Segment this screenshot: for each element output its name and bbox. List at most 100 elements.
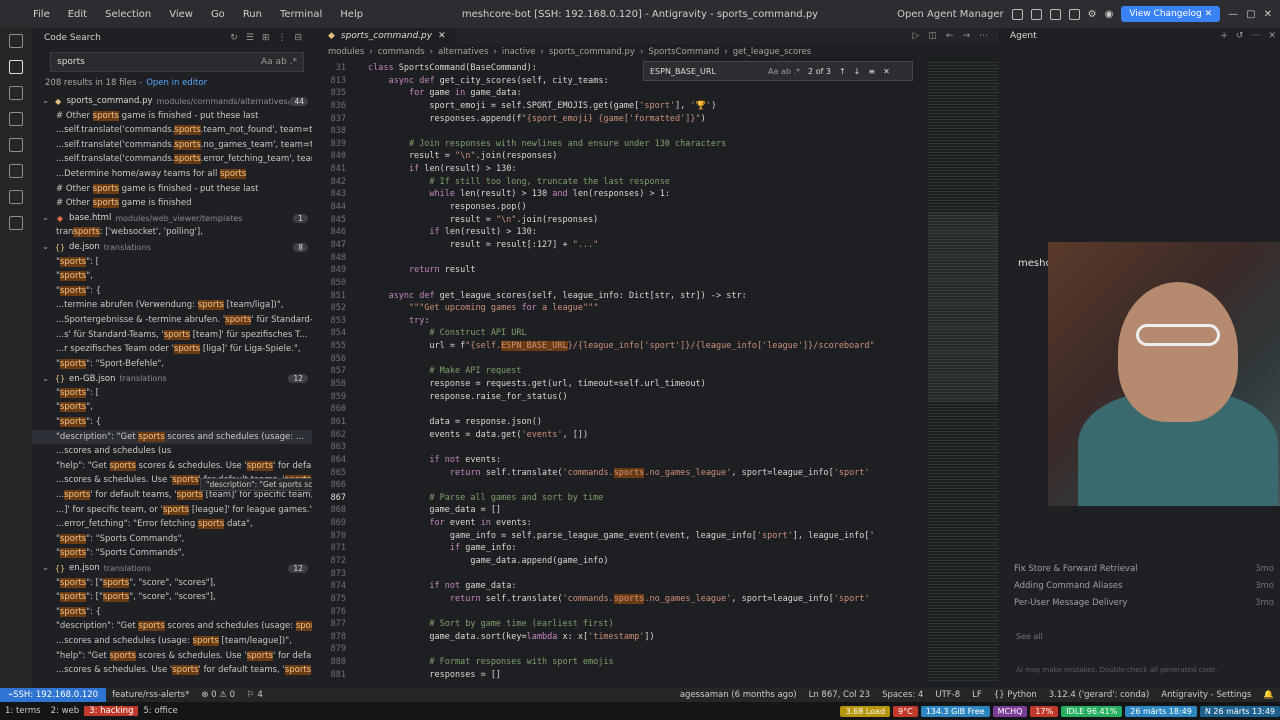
conversation-item[interactable]: Adding Command Aliases 3mo bbox=[1014, 581, 1274, 598]
result-line[interactable]: "sports": ["sports", "score", "scores"], bbox=[32, 576, 312, 591]
result-line[interactable]: "sports": [ bbox=[32, 255, 312, 270]
panel-toggle-icon[interactable] bbox=[1049, 8, 1061, 20]
code-line[interactable]: 875 return self.translate('commands.spor… bbox=[318, 593, 928, 606]
result-file[interactable]: ⌄ ◆ sports_command.py modules/commands/alte… bbox=[32, 94, 312, 109]
minimap[interactable] bbox=[928, 62, 998, 682]
result-line[interactable]: # Other sports game is finished - put th… bbox=[32, 109, 312, 124]
result-line[interactable]: ...r spezifisches Team oder 'sports [lig… bbox=[32, 342, 312, 357]
maximize-icon[interactable]: ▢ bbox=[1246, 9, 1255, 20]
tmux-window[interactable]: 1: terms bbox=[0, 706, 46, 716]
source-control-icon[interactable] bbox=[9, 86, 23, 100]
remote-explorer-icon[interactable] bbox=[9, 138, 23, 152]
close-icon[interactable]: ✕ bbox=[1264, 9, 1272, 20]
search-icon[interactable] bbox=[9, 60, 23, 74]
result-line[interactable]: "sports": { bbox=[32, 605, 312, 620]
code-line[interactable]: 859 response.raise_for_status() bbox=[318, 391, 928, 404]
code-line[interactable]: 864 if not events: bbox=[318, 454, 928, 467]
code-line[interactable]: 849 return result bbox=[318, 264, 928, 277]
back-icon[interactable]: ← bbox=[946, 31, 954, 41]
history-icon[interactable]: ↺ bbox=[1236, 31, 1244, 41]
code-line[interactable]: 874 if not game_data: bbox=[318, 580, 928, 593]
language-mode[interactable]: {} Python bbox=[988, 690, 1043, 700]
result-file[interactable]: ⌄{} de.json translations 8 bbox=[32, 240, 312, 255]
menu-run[interactable]: Run bbox=[234, 9, 271, 20]
close-panel-icon[interactable]: ✕ bbox=[1268, 31, 1276, 41]
clear-results-icon[interactable]: ☰ bbox=[246, 33, 254, 43]
tmux-window[interactable]: 3: hacking bbox=[84, 706, 139, 716]
code-line[interactable]: 878 game_data.sort(key=lambda x: x['time… bbox=[318, 631, 928, 644]
code-line[interactable]: 846 if len(result) > 130: bbox=[318, 226, 928, 239]
eol[interactable]: LF bbox=[966, 690, 988, 700]
problems-indicator[interactable]: ⊗ 0 ⚠ 0 bbox=[195, 690, 241, 700]
result-line[interactable]: ...Sportergebnisse & -termine abrufen. '… bbox=[32, 313, 312, 328]
code-line[interactable]: 881 responses = [] bbox=[318, 669, 928, 682]
code-line[interactable]: 841 if len(result) > 130: bbox=[318, 163, 928, 176]
result-line[interactable]: "help": "Get sports scores & schedules. … bbox=[32, 459, 312, 474]
code-line[interactable]: 858 response = requests.get(url, timeout… bbox=[318, 378, 928, 391]
code-line[interactable]: 860 bbox=[318, 403, 928, 416]
search-input[interactable]: sports Aa ab .* bbox=[50, 52, 304, 72]
tmux-window[interactable]: 5: office bbox=[138, 706, 182, 716]
breadcrumb-item[interactable]: sports_command.py bbox=[549, 47, 635, 57]
chevron-down-icon[interactable]: ⌄ bbox=[42, 242, 54, 252]
settings-status[interactable]: Antigravity - Settings bbox=[1155, 690, 1257, 700]
code-line[interactable]: 867 # Parse all games and sort by time bbox=[318, 492, 928, 505]
view-changelog-button[interactable]: View Changelog ✕ bbox=[1121, 6, 1221, 22]
find-input[interactable]: ESPN_BASE_URL bbox=[650, 67, 760, 76]
code-line[interactable]: 873 bbox=[318, 568, 928, 581]
code-line[interactable]: 865 return self.translate('commands.spor… bbox=[318, 467, 928, 480]
code-line[interactable]: 855 url = f"{self.ESPN_BASE_URL}/{league… bbox=[318, 340, 928, 353]
code-line[interactable]: 848 bbox=[318, 252, 928, 265]
result-line[interactable]: ...s' für Standard-Teams, 'sports [team]… bbox=[32, 328, 312, 343]
code-line[interactable]: 843 while len(result) > 130 and len(resp… bbox=[318, 188, 928, 201]
code-line[interactable]: 845 result = "\n".join(responses) bbox=[318, 214, 928, 227]
explorer-icon[interactable] bbox=[9, 34, 23, 48]
find-in-selection-icon[interactable]: ≡ bbox=[868, 67, 875, 76]
result-line[interactable]: transports: ['websocket', 'polling'], bbox=[32, 225, 312, 240]
menu-help[interactable]: Help bbox=[331, 9, 372, 20]
code-line[interactable]: 879 bbox=[318, 643, 928, 656]
code-line[interactable]: 842 # If still too long, truncate the la… bbox=[318, 176, 928, 189]
menu-view[interactable]: View bbox=[160, 9, 202, 20]
ports-indicator[interactable]: ⚐ 4 bbox=[241, 690, 269, 700]
conversation-item[interactable]: Per-User Message Delivery 3mo bbox=[1014, 598, 1274, 615]
breadcrumb-item[interactable]: alternatives bbox=[438, 47, 488, 57]
result-line[interactable]: "sports": "Sport-Befehle", bbox=[32, 357, 312, 372]
code-line[interactable]: 838 bbox=[318, 125, 928, 138]
result-line[interactable]: "sports": { bbox=[32, 284, 312, 299]
chevron-down-icon[interactable]: ⌄ bbox=[42, 374, 54, 384]
layout-icon[interactable] bbox=[1011, 8, 1023, 20]
previous-match-icon[interactable]: ↑ bbox=[839, 67, 846, 76]
tab-sports-command[interactable]: ◆ sports_command.py ✕ bbox=[318, 28, 456, 44]
refresh-icon[interactable]: ↻ bbox=[230, 33, 238, 43]
code-line[interactable]: 844 responses.pop() bbox=[318, 201, 928, 214]
interpreter[interactable]: 3.12.4 ('gerard': conda) bbox=[1043, 690, 1156, 700]
code-line[interactable]: 863 bbox=[318, 441, 928, 454]
git-blame[interactable]: agessaman (6 months ago) bbox=[674, 690, 803, 700]
result-line[interactable]: ...scores and schedules (usage: sports [… bbox=[32, 634, 312, 649]
code-line[interactable]: 853 try: bbox=[318, 315, 928, 328]
result-line[interactable]: ...]' for specific team, or 'sports [lea… bbox=[32, 503, 312, 518]
more-actions-icon[interactable]: ⋯ bbox=[979, 31, 988, 41]
result-line[interactable]: "sports": ["sports", "score", "scores"], bbox=[32, 590, 312, 605]
see-all-link[interactable]: See all bbox=[1016, 632, 1043, 641]
encoding[interactable]: UTF-8 bbox=[929, 690, 966, 700]
code-view[interactable]: 31 class SportsCommand(BaseCommand): 813 a… bbox=[318, 62, 928, 681]
code-line[interactable]: 880 # Format responses with sport emojis bbox=[318, 656, 928, 669]
code-line[interactable]: 850 bbox=[318, 277, 928, 290]
split-editor-icon[interactable]: ◫ bbox=[928, 31, 937, 41]
code-line[interactable]: 877 # Sort by game time (earliest first) bbox=[318, 618, 928, 631]
result-file[interactable]: ⌄ ◆ base.html modules/web_viewer/templates 1 bbox=[32, 211, 312, 226]
code-line[interactable]: 856 bbox=[318, 353, 928, 366]
chevron-down-icon[interactable]: ⌄ bbox=[42, 213, 54, 223]
code-line[interactable]: 835 for game in game_data: bbox=[318, 87, 928, 100]
secondary-sidebar-icon[interactable] bbox=[1068, 8, 1080, 20]
code-line[interactable]: 871 if game_info: bbox=[318, 542, 928, 555]
result-line[interactable]: # Other sports game is finished - put th… bbox=[32, 182, 312, 197]
chevron-down-icon[interactable]: ⌄ bbox=[42, 563, 54, 573]
forward-icon[interactable]: → bbox=[962, 31, 970, 41]
code-line[interactable]: 847 result = result[:127] + "..." bbox=[318, 239, 928, 252]
result-line[interactable]: "description": "Get sports scores and sc… bbox=[32, 429, 312, 445]
breadcrumb-item[interactable]: get_league_scores bbox=[733, 47, 812, 57]
code-line[interactable]: 854 # Construct API URL bbox=[318, 327, 928, 340]
